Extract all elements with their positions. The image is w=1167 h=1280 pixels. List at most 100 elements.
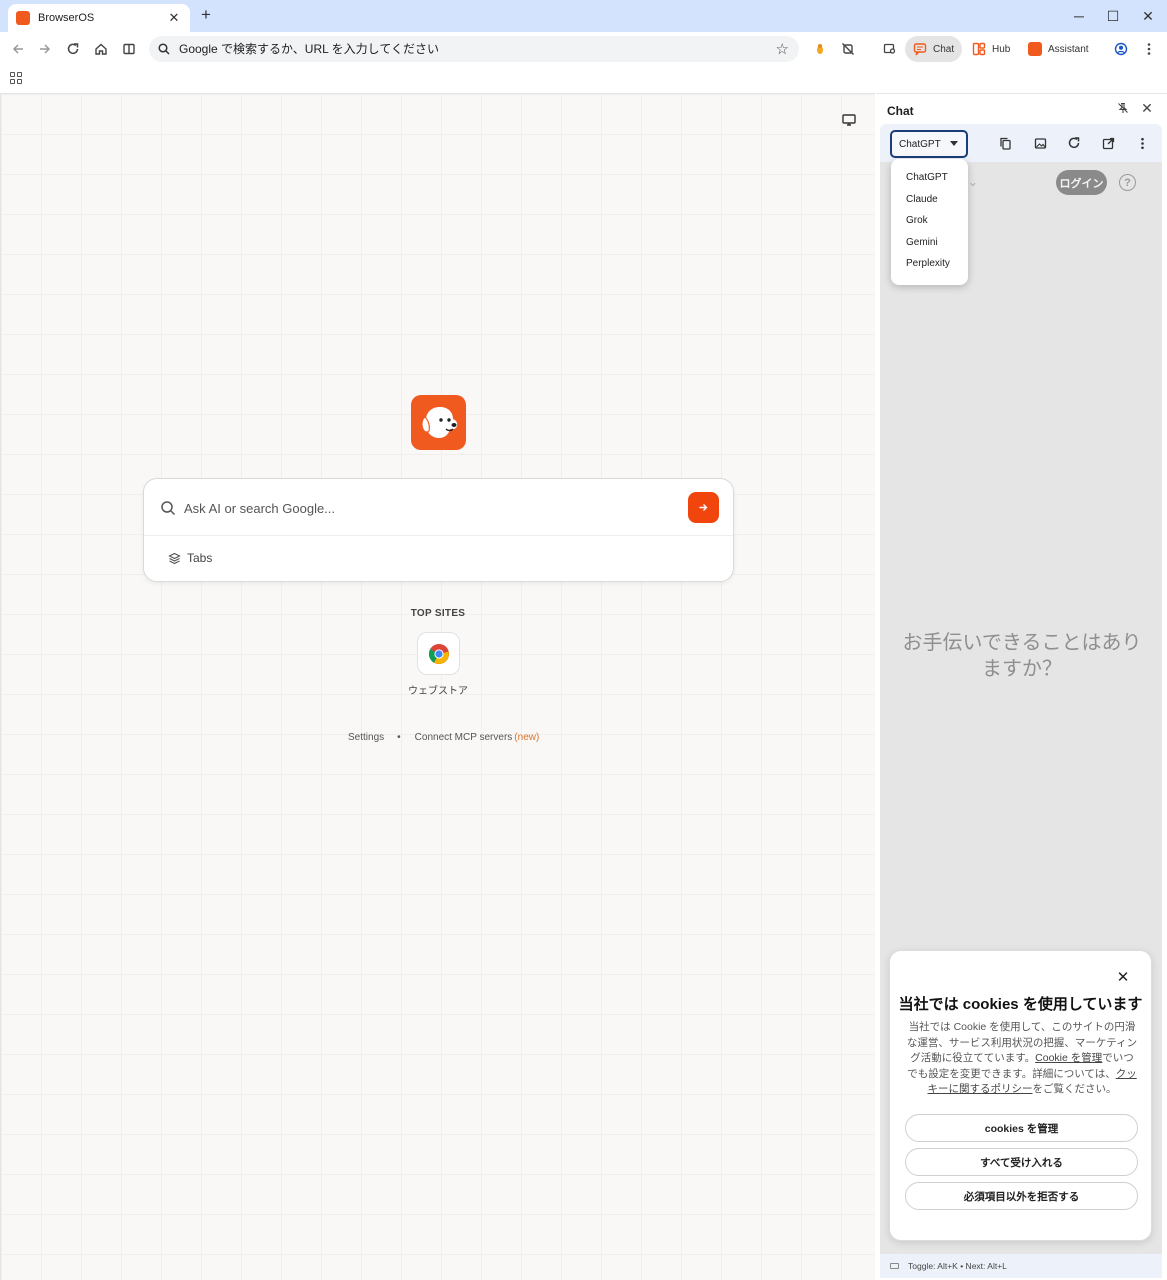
unpin-icon[interactable] [1116, 102, 1130, 116]
caret-down-icon [950, 141, 958, 146]
new-badge: (new) [514, 732, 540, 743]
ai-search-card: Tabs [143, 478, 734, 582]
dog-logo-icon [420, 406, 457, 438]
cookie-close-icon[interactable]: ✕ [1115, 968, 1131, 986]
chat-toolbar-button[interactable]: Chat [905, 36, 963, 62]
panel-more-button[interactable] [1134, 135, 1150, 151]
search-icon [158, 43, 170, 55]
new-tab-page: Tabs TOP SITES ウェブストア Settings • Connect… [0, 93, 875, 1280]
bug-icon [817, 44, 823, 54]
forward-button[interactable] [34, 38, 56, 60]
search-card-divider [144, 535, 733, 536]
side-panel-toolbar: ChatGPT [880, 124, 1162, 162]
accept-all-cookies-button[interactable]: すべて受け入れる [905, 1148, 1138, 1176]
bookmark-star-icon[interactable]: ☆ [776, 40, 789, 58]
screenshot-button[interactable] [1032, 135, 1048, 151]
submit-search-button[interactable] [688, 492, 719, 523]
profile-button[interactable] [1110, 38, 1132, 60]
bookmarks-bar [0, 66, 1167, 92]
refresh-icon [1068, 137, 1080, 149]
home-button[interactable] [90, 38, 112, 60]
menu-button[interactable] [1138, 38, 1160, 60]
reject-nonessential-cookies-button[interactable]: 必須項目以外を拒否する [905, 1182, 1138, 1210]
arrow-right-icon [40, 44, 51, 54]
tabs-context-button[interactable]: Tabs [168, 551, 212, 565]
ai-search-input[interactable] [184, 497, 664, 519]
close-panel-icon[interactable]: ✕ [1140, 101, 1154, 115]
browseros-dog-logo [411, 395, 466, 450]
arrow-right-icon [699, 504, 708, 511]
provider-option-chatgpt[interactable]: ChatGPT [891, 167, 968, 189]
open-external-button[interactable] [1100, 135, 1116, 151]
help-icon[interactable]: ? [1119, 174, 1136, 191]
cookie-body: 当社では Cookie を使用して、このサイトの円滑な運営、サービス利用状況の把… [906, 1020, 1138, 1098]
provider-dropdown-menu: ChatGPT Claude Grok Gemini Perplexity [891, 159, 968, 285]
ntp-footer-links: Settings • Connect MCP servers (new) [348, 732, 548, 743]
assistant-toolbar-button[interactable]: Assistant [1020, 36, 1097, 62]
layers-icon [168, 552, 181, 564]
maximize-button[interactable]: ☐ [1103, 6, 1123, 26]
tab-close-icon[interactable]: ✕ [166, 10, 182, 26]
reload-button[interactable] [62, 38, 84, 60]
split-view-icon [123, 43, 135, 55]
omnibox-input[interactable] [179, 42, 739, 56]
tab-search-icon [883, 43, 896, 54]
manage-cookies-button[interactable]: cookies を管理 [905, 1114, 1138, 1142]
extension-disabled-button[interactable] [837, 38, 859, 60]
puzzle-off-icon [842, 43, 854, 55]
title-bar: BrowserOS ✕ + ─ ☐ ✕ [0, 0, 1167, 32]
profile-avatar-icon [1114, 42, 1128, 56]
provider-option-gemini[interactable]: Gemini [891, 232, 968, 254]
arrow-left-icon [12, 44, 23, 54]
browser-toolbar: ☆ Chat Hub Assistant [0, 32, 1167, 66]
cookie-body-text-3: をご覧ください。 [1032, 1083, 1117, 1095]
settings-link[interactable]: Settings [348, 732, 384, 743]
provider-option-grok[interactable]: Grok [891, 210, 968, 232]
cookie-title: 当社では cookies を使用しています [898, 996, 1143, 1013]
top-site-webstore-tile[interactable] [417, 632, 460, 675]
apps-grid-icon[interactable] [10, 72, 22, 84]
provider-select[interactable]: ChatGPT [890, 130, 968, 158]
cookie-consent-dialog: ✕ 当社では cookies を使用しています 当社では Cookie を使用し… [889, 950, 1152, 1241]
connect-mcp-link[interactable]: Connect MCP servers [415, 732, 513, 743]
minimize-button[interactable]: ─ [1069, 6, 1089, 26]
provider-selected-value: ChatGPT [899, 138, 941, 150]
new-tab-button[interactable]: + [197, 5, 215, 25]
split-view-button[interactable] [118, 38, 140, 60]
pin-off-icon [1118, 102, 1128, 113]
monitor-icon[interactable] [842, 114, 856, 126]
assistant-logo-icon [1028, 42, 1042, 56]
chat-bubble-icon [913, 43, 927, 56]
shortcut-hint-text: Toggle: Alt+K • Next: Alt+L [908, 1261, 1007, 1271]
hub-toolbar-button[interactable]: Hub [964, 36, 1018, 62]
shortcut-hint-bar: Toggle: Alt+K • Next: Alt+L [880, 1254, 1162, 1278]
side-panel-title: Chat [887, 104, 914, 118]
back-button[interactable] [7, 38, 29, 60]
login-button[interactable]: ログイン [1056, 170, 1107, 195]
footer-separator: • [397, 732, 401, 743]
external-link-icon [1102, 137, 1114, 149]
manage-cookies-link[interactable]: Cookie を管理 [1035, 1052, 1102, 1064]
tab-title: BrowserOS [38, 12, 95, 24]
top-site-label[interactable]: ウェブストア [388, 682, 488, 697]
assistant-toolbar-label: Assistant [1048, 43, 1089, 55]
image-icon [1034, 137, 1046, 149]
omnibox[interactable]: ☆ [149, 36, 799, 62]
search-icon [161, 501, 176, 516]
more-vert-icon [1140, 137, 1144, 149]
chrome-logo-icon [428, 643, 449, 664]
provider-option-claude[interactable]: Claude [891, 189, 968, 211]
extension-bug-button[interactable] [809, 38, 831, 60]
home-icon [95, 43, 107, 55]
provider-option-perplexity[interactable]: Perplexity [891, 253, 968, 275]
top-sites-heading: TOP SITES [410, 608, 466, 619]
browser-tab[interactable]: BrowserOS ✕ [8, 4, 190, 32]
keyboard-icon [890, 1263, 899, 1269]
copy-button[interactable] [997, 135, 1013, 151]
hub-grid-icon [972, 42, 986, 56]
reload-icon [67, 43, 79, 55]
tab-search-button[interactable] [879, 38, 901, 60]
chat-toolbar-label: Chat [933, 43, 955, 55]
refresh-button[interactable] [1066, 135, 1082, 151]
close-window-button[interactable]: ✕ [1138, 6, 1158, 26]
